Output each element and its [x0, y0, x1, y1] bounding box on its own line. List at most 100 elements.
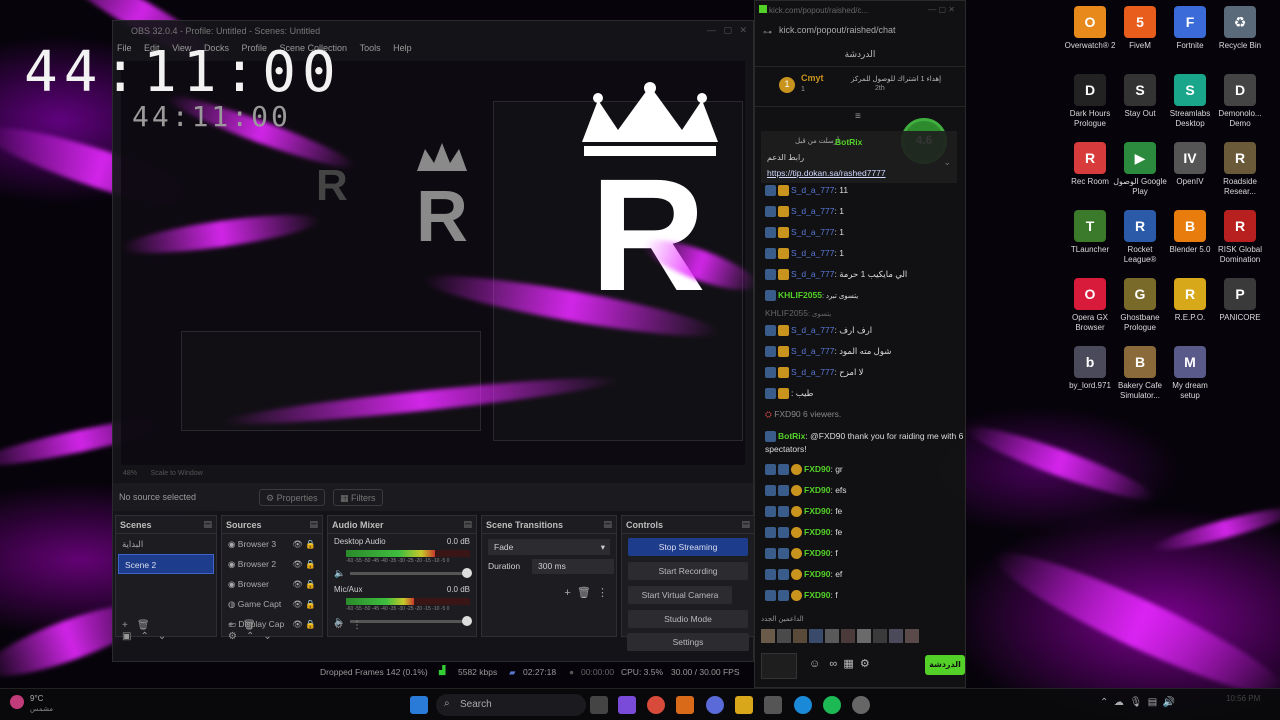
address-bar[interactable]: ⊶ kick.com/popout/raished/chat: [755, 21, 965, 41]
system-tray-icons[interactable]: ⌃ ☁ 🎙 ▤ 🔊: [1100, 697, 1175, 708]
desktop-icon[interactable]: b by_lord.971: [1062, 346, 1118, 391]
browser-tab[interactable]: kick.com/popout/raished/c... — ▢ ✕: [755, 1, 965, 21]
menu-help[interactable]: Help: [393, 43, 412, 53]
add-icon[interactable]: +: [122, 620, 128, 631]
up-icon[interactable]: ⌃: [246, 631, 254, 642]
desktop-icon[interactable]: O Overwatch® 2: [1062, 6, 1118, 51]
virtual-camera-button[interactable]: Start Virtual Camera: [628, 586, 732, 604]
desktop-icon[interactable]: G Ghostbane Prologue: [1112, 278, 1168, 333]
transition-actions[interactable]: + 🗑 ⋮: [564, 586, 608, 599]
taskbar-search[interactable]: ⌕ Search: [436, 694, 586, 716]
copilot-icon[interactable]: [618, 696, 636, 714]
desktop-icon[interactable]: B Blender 5.0: [1162, 210, 1218, 255]
desktop-icon[interactable]: ♻ Recycle Bin: [1212, 6, 1268, 51]
no-source-label: No source selected: [119, 492, 197, 502]
store-icon[interactable]: [764, 696, 782, 714]
audio-mixer-dock: Audio Mixer ▤ Desktop Audio 0.0 dB -60 -5…: [327, 515, 477, 637]
slider-handle[interactable]: [462, 568, 472, 578]
fps: 30.00 / 30.00 FPS: [671, 667, 740, 677]
desktop-icon[interactable]: S Streamlabs Desktop: [1162, 74, 1218, 129]
desktop-icon[interactable]: R R.E.P.O.: [1162, 278, 1218, 323]
transition-select[interactable]: Fade ▾: [488, 539, 610, 555]
task-view-icon[interactable]: [590, 696, 608, 714]
filters-button[interactable]: ▦ Filters: [333, 489, 383, 506]
add-icon[interactable]: +: [228, 620, 234, 631]
gear-icon[interactable]: ⚙: [228, 631, 237, 642]
desktop-icon[interactable]: M My dream setup: [1162, 346, 1218, 401]
pinned-gift-banner: 1 Cmyt 1 إهداء 1 اشتراك للوصول للمركز 2t…: [755, 67, 965, 107]
app-icon: ▶: [1124, 142, 1156, 174]
chat-input[interactable]: [761, 653, 797, 679]
chat-action-icons[interactable]: ☺ ∞ ▦ ⚙: [809, 657, 870, 670]
meter-scale: -60 -55 -50 -45 -40 -35 -30 -25 -20 -15 …: [346, 606, 450, 612]
bot-raid-message: BotRix: @FXD90 thank you for raiding me …: [765, 431, 964, 454]
desktop-icon[interactable]: R Rec Room: [1062, 142, 1118, 187]
pinned-rank: 2th: [875, 85, 885, 92]
up-icon[interactable]: ⌃: [140, 631, 148, 642]
chat-message: FXD90: f: [755, 586, 965, 607]
desktop-icon[interactable]: F Fortnite: [1162, 6, 1218, 51]
desktop-icon[interactable]: P PANICORE: [1212, 278, 1268, 323]
menu-lines-icon[interactable]: ≡: [855, 111, 861, 122]
trash-icon[interactable]: 🗑: [137, 620, 150, 631]
scale-to-window[interactable]: Scale to Window: [151, 470, 203, 477]
settings-button[interactable]: Settings: [627, 633, 749, 651]
controls-title: Controls ▤: [622, 516, 754, 534]
source-item[interactable]: ◉ Browser 👁 🔒: [222, 574, 322, 594]
chevron-down-icon[interactable]: ⌄: [943, 157, 951, 168]
bot-link[interactable]: https://tip.dokan.sa/rashed7777: [767, 168, 886, 178]
app-icon: F: [1174, 6, 1206, 38]
window-controls[interactable]: — ▢ ✕: [707, 25, 747, 36]
app-icon: B: [1124, 346, 1156, 378]
clock[interactable]: 10:56 PM: [1226, 694, 1260, 703]
studio-mode-button[interactable]: Studio Mode: [628, 610, 748, 628]
scene-item[interactable]: البداية: [116, 534, 216, 554]
desktop-icon[interactable]: D Dark Hours Prologue: [1062, 74, 1118, 129]
desktop-icon[interactable]: O Opera GX Browser: [1062, 278, 1118, 333]
desktop-icon-label: Demonolo... Demo: [1218, 109, 1262, 128]
desktop-icon[interactable]: S Stay Out: [1112, 74, 1168, 119]
chat-message: FXD90: fe: [755, 523, 965, 544]
purple-streak: [984, 534, 1280, 714]
file-explorer-icon[interactable]: [735, 696, 753, 714]
source-item[interactable]: ◉ Browser 2 👁 🔒: [222, 554, 322, 574]
discord-icon[interactable]: [706, 696, 724, 714]
duration-input[interactable]: 300 ms: [532, 559, 614, 574]
down-icon[interactable]: ⌄: [263, 631, 271, 642]
desktop-icon[interactable]: D Demonolo... Demo: [1212, 74, 1268, 129]
desktop-icon[interactable]: IV OpenIV: [1162, 142, 1218, 187]
edge-icon[interactable]: [794, 696, 812, 714]
desktop-icon[interactable]: R Roadside Resear...: [1212, 142, 1268, 197]
desktop: OBS 32.0.4 - Profile: Untitled - Scenes:…: [0, 0, 1280, 720]
properties-button[interactable]: ⚙ Properties: [259, 489, 325, 506]
chrome-icon[interactable]: [647, 696, 665, 714]
obs-taskbar-icon[interactable]: [852, 696, 870, 714]
windows-start-icon[interactable]: [410, 696, 428, 714]
obs-status-bar: Dropped Frames 142 (0.1%) ▟ 5582 kbps ▰ …: [113, 663, 753, 681]
volume-slider[interactable]: [350, 572, 470, 575]
scene-item-selected[interactable]: Scene 2: [118, 554, 214, 574]
desktop-icon[interactable]: R Rocket League®: [1112, 210, 1168, 265]
spotify-icon[interactable]: [823, 696, 841, 714]
desktop-icon[interactable]: R RISK Global Domination: [1212, 210, 1268, 265]
down-icon[interactable]: ⌄: [158, 631, 166, 642]
speaker-icon[interactable]: 🔈: [334, 568, 345, 579]
send-chat-button[interactable]: الدردشة: [925, 655, 965, 675]
filter-icon[interactable]: ▣: [122, 631, 131, 642]
stream-time: 02:27:18: [523, 667, 557, 677]
zoom-level[interactable]: 48%: [123, 470, 137, 477]
desktop-icon[interactable]: ▶ الوصول Google Play: [1112, 142, 1168, 197]
trash-icon[interactable]: 🗑: [243, 620, 256, 631]
fivem-taskbar-icon[interactable]: [676, 696, 694, 714]
desktop-icon[interactable]: T TLauncher: [1062, 210, 1118, 255]
gear-icon[interactable]: ⚙: [334, 620, 343, 631]
countdown-clock: 44:11:00: [24, 40, 342, 105]
source-item[interactable]: ◍ Game Capt 👁 🔒: [222, 594, 322, 614]
desktop-icon[interactable]: B Bakery Cafe Simulator...: [1112, 346, 1168, 401]
menu-tools[interactable]: Tools: [360, 43, 381, 53]
source-item[interactable]: ◉ Browser 3 👁 🔒: [222, 534, 322, 554]
stop-streaming-button[interactable]: Stop Streaming: [628, 538, 748, 556]
more-icon[interactable]: ⋮: [352, 620, 362, 631]
start-recording-button[interactable]: Start Recording: [628, 562, 748, 580]
desktop-icon[interactable]: 5 FiveM: [1112, 6, 1168, 51]
